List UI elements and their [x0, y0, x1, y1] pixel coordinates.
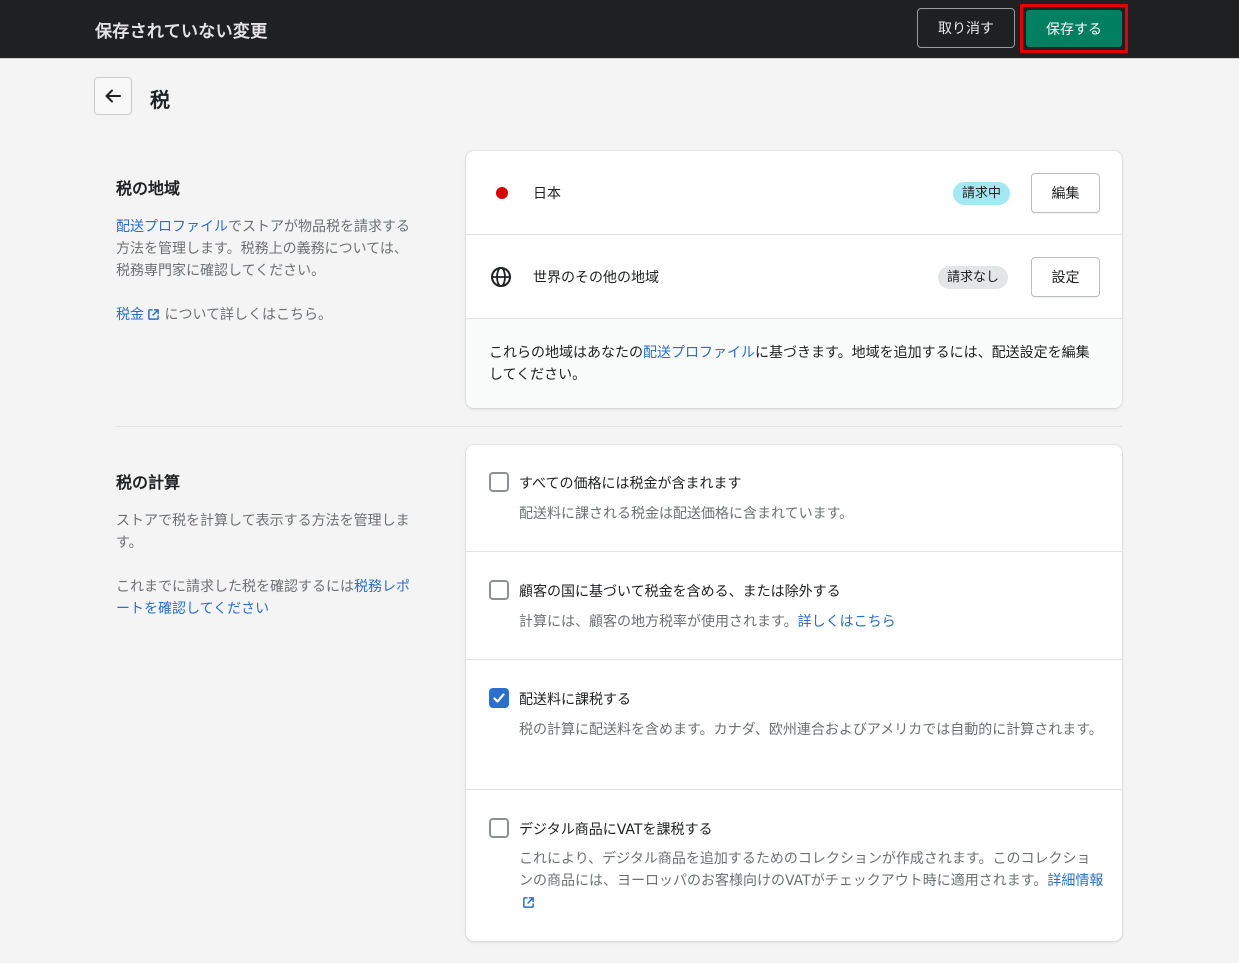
learn-more-link[interactable]: 詳しくはこちら: [798, 614, 896, 630]
section-divider: [116, 426, 1122, 427]
tax-calculation-card: すべての価格には税金が含まれます 配送料に課される税金は配送価格に含まれています…: [466, 445, 1122, 941]
tax-learn-more: 税金 について詳しくはこちら。: [116, 307, 333, 323]
option-help: これにより、デジタル商品を追加するためのコレクションが作成されます。このコレクシ…: [519, 848, 1104, 914]
region-row-japan: 日本 請求中 編集: [466, 151, 1122, 235]
option-help: 配送料に課される税金は配送価格に含まれています。: [519, 506, 854, 522]
checkbox[interactable]: [489, 580, 509, 600]
checkbox[interactable]: [489, 472, 509, 492]
page-title: 税: [150, 88, 170, 112]
checkmark-icon: [493, 693, 505, 703]
shipping-profile-link[interactable]: 配送プロファイル: [116, 219, 228, 235]
taxes-link[interactable]: 税金: [116, 307, 160, 323]
tax-regions-card: 日本 請求中 編集 世界のその他の地域 請求なし 設定 これらの地域はあなたの配…: [466, 151, 1122, 408]
globe-icon: [491, 267, 511, 287]
status-badge-collecting: 請求中: [953, 182, 1011, 205]
option-help: 計算には、顧客の地方税率が使用されます。詳しくはこちら: [519, 614, 896, 630]
back-button[interactable]: [94, 77, 132, 115]
regions-footer-note: これらの地域はあなたの配送プロファイルに基づきます。地域を追加するには、配送設定…: [466, 319, 1122, 408]
red-dot-icon: [496, 187, 508, 199]
region-name: 日本: [533, 186, 561, 202]
setup-button[interactable]: 設定: [1031, 257, 1100, 297]
tax-regions-description: 配送プロファイルでストアが物品税を請求する方法を管理します。税務上の義務について…: [116, 219, 410, 279]
arrow-left-icon: [105, 89, 121, 103]
shipping-profile-link[interactable]: 配送プロファイル: [643, 345, 755, 361]
option-label[interactable]: デジタル商品にVATを課税する: [519, 819, 712, 839]
option-label[interactable]: 顧客の国に基づいて税金を含める、または除外する: [519, 581, 841, 601]
checkbox-checked[interactable]: [489, 688, 509, 708]
unsaved-changes-title: 保存されていない変更: [95, 22, 268, 42]
contextual-save-bar: 保存されていない変更 取り消す 保存する: [0, 0, 1239, 58]
tax-regions-title: 税の地域: [116, 179, 181, 198]
status-badge-not-collecting: 請求なし: [938, 266, 1009, 289]
save-button[interactable]: 保存する: [1026, 10, 1122, 47]
option-charge-tax-shipping: 配送料に課税する 税の計算に配送料を含めます。カナダ、欧州連合およびアメリカでは…: [466, 660, 1122, 790]
save-button-highlight: 保存する: [1020, 4, 1128, 53]
option-help: 税の計算に配送料を含めます。カナダ、欧州連合およびアメリカでは自動的に計算されま…: [519, 722, 1103, 738]
discard-button[interactable]: 取り消す: [917, 8, 1015, 48]
option-vat-digital-goods: デジタル商品にVATを課税する これにより、デジタル商品を追加するためのコレクシ…: [466, 790, 1122, 941]
option-prices-include-tax: すべての価格には税金が含まれます 配送料に課される税金は配送価格に含まれています…: [466, 445, 1122, 552]
tax-calculation-description: ストアで税を計算して表示する方法を管理します。: [116, 513, 410, 551]
region-name: 世界のその他の地域: [533, 270, 659, 286]
tax-report-text: これまでに請求した税を確認するには税務レポートを確認してください: [116, 579, 410, 617]
option-label[interactable]: すべての価格には税金が含まれます: [519, 473, 741, 493]
external-link-icon: [523, 897, 534, 908]
option-customer-country: 顧客の国に基づいて税金を含める、または除外する 計算には、顧客の地方税率が使用さ…: [466, 552, 1122, 660]
option-label[interactable]: 配送料に課税する: [519, 689, 631, 709]
region-row-rest-of-world: 世界のその他の地域 請求なし 設定: [466, 235, 1122, 319]
external-link-icon: [148, 309, 159, 320]
tax-calculation-title: 税の計算: [116, 473, 181, 492]
edit-button[interactable]: 編集: [1031, 173, 1100, 213]
checkbox[interactable]: [489, 818, 509, 838]
